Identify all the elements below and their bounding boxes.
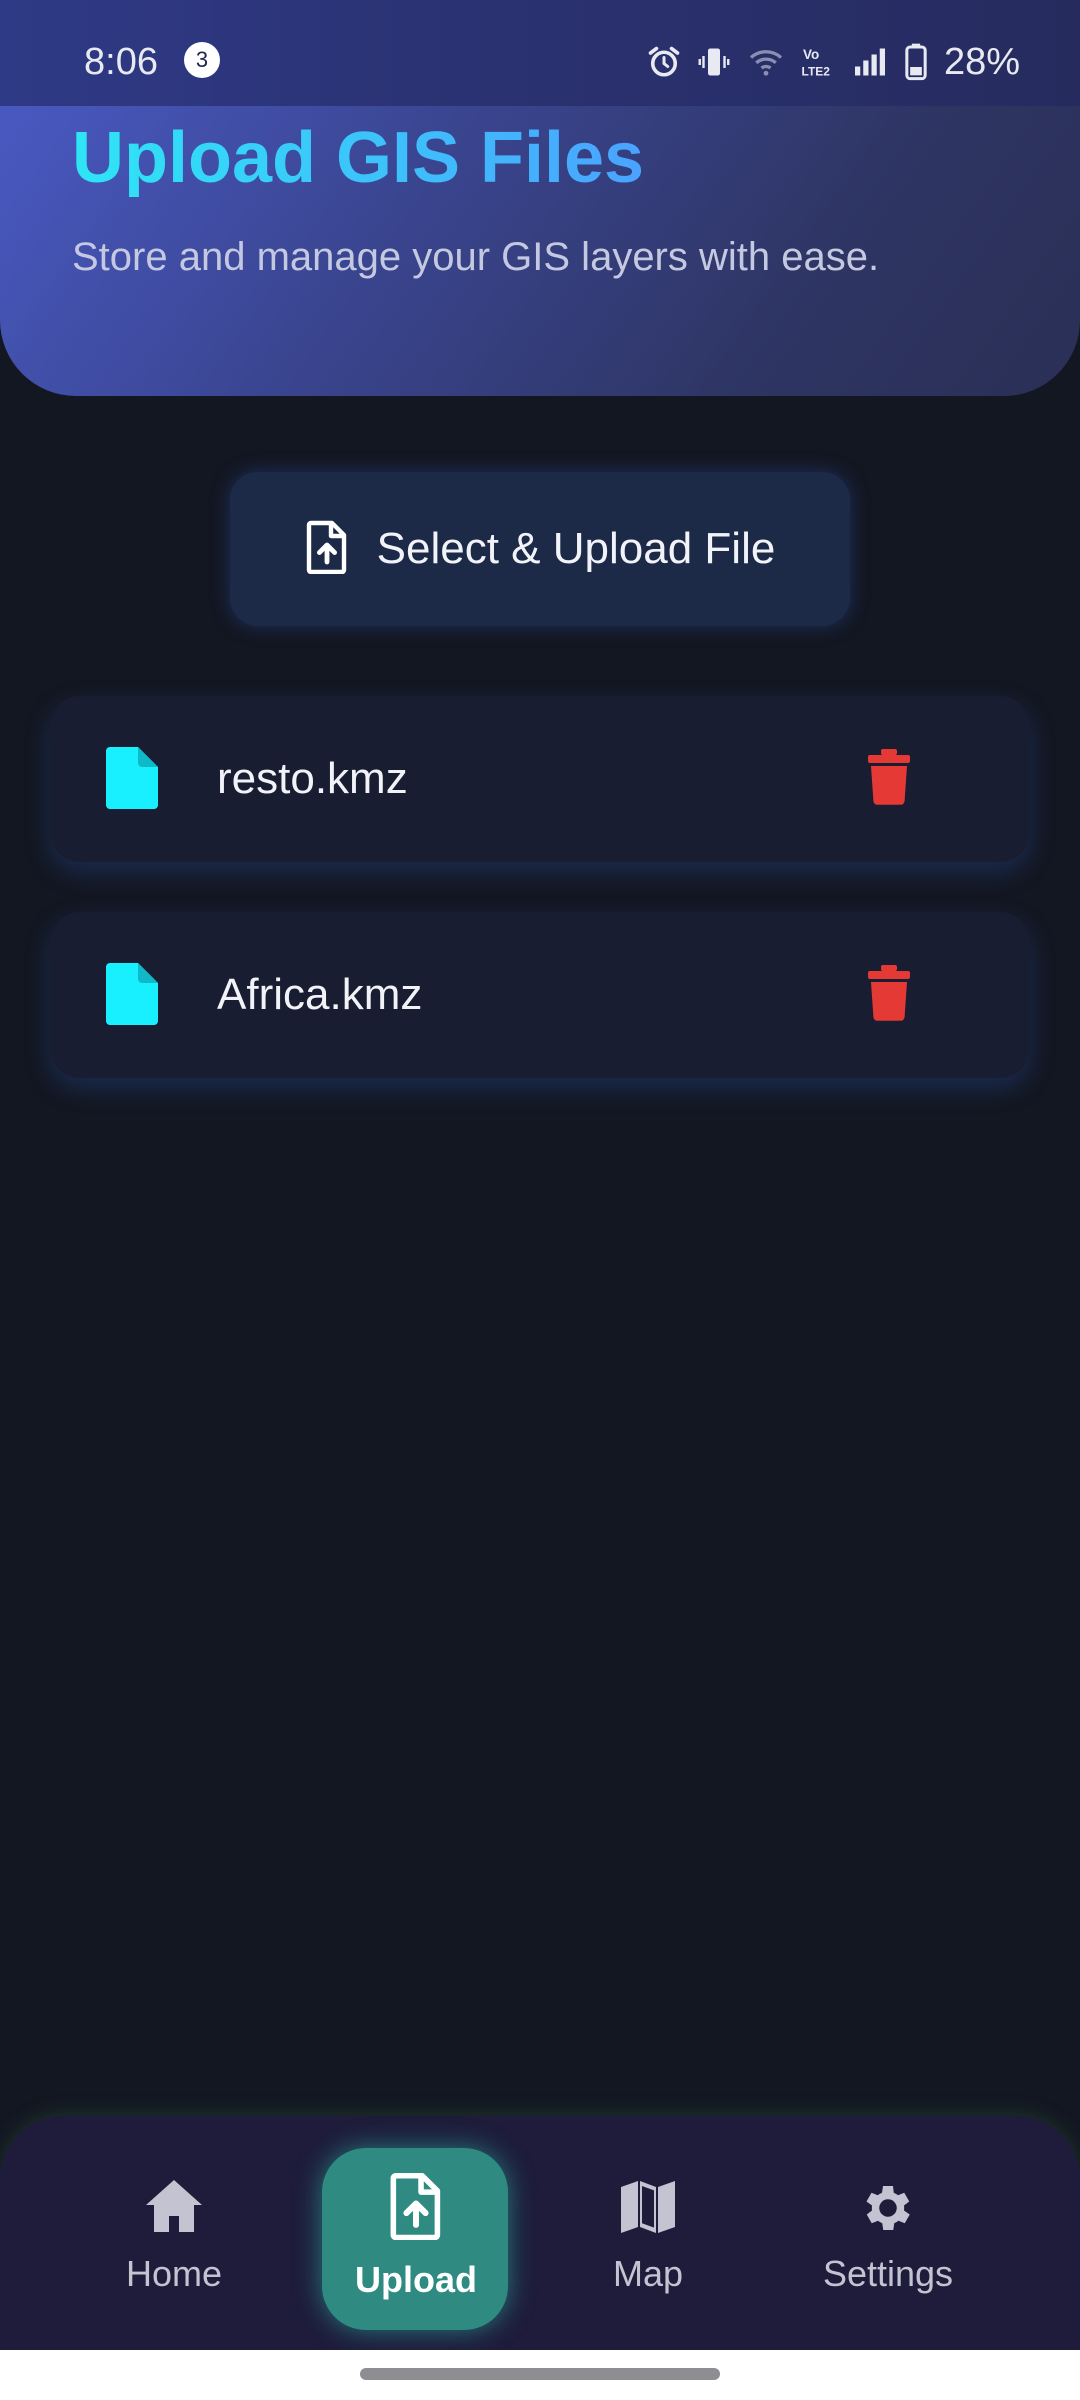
svg-text:Vo: Vo [803, 47, 819, 62]
delete-file-icon[interactable] [868, 965, 910, 1026]
nav-label-upload: Upload [355, 2259, 477, 2300]
wifi-icon [746, 44, 786, 80]
file-name: Africa.kmz [217, 970, 423, 1019]
volte-indicator: Vo LTE2 [800, 44, 836, 80]
nav-label-settings: Settings [822, 2253, 954, 2294]
file-list-item[interactable]: Africa.kmz [50, 912, 1030, 1078]
status-bar: 8:06 3 Vo LTE2 28% [0, 0, 1080, 106]
file-name: resto.kmz [217, 754, 408, 803]
delete-file-icon[interactable] [868, 749, 910, 810]
home-icon [144, 2178, 204, 2239]
file-icon [106, 963, 158, 1030]
notification-count-badge: 3 [184, 42, 220, 78]
status-icons: Vo LTE2 28% [646, 34, 1020, 90]
nav-tab-home[interactable]: Home [74, 2116, 274, 2350]
map-icon [619, 2178, 677, 2241]
signal-icon [850, 44, 890, 80]
page-title: Upload GIS Files [72, 118, 645, 198]
alarm-icon [646, 44, 682, 80]
status-time: 8:06 [84, 41, 158, 83]
file-list-item[interactable]: resto.kmz [50, 696, 1030, 862]
gesture-navigation-area [0, 2350, 1080, 2400]
bottom-navigation: Home Upload Map Settings [0, 2116, 1080, 2350]
nav-tab-upload[interactable]: Upload [316, 2116, 516, 2350]
upload-screen: Upload GIS Files Store and manage your G… [0, 0, 1080, 2400]
nav-tab-map[interactable]: Map [548, 2116, 748, 2350]
svg-text:LTE2: LTE2 [801, 65, 830, 79]
home-gesture-bar[interactable] [360, 2368, 720, 2380]
upload-file-icon [305, 520, 349, 579]
nav-label-home: Home [125, 2253, 223, 2294]
select-upload-file-button[interactable]: Select & Upload File [230, 472, 850, 626]
gear-icon [858, 2178, 918, 2243]
upload-button-label: Select & Upload File [376, 524, 776, 573]
file-icon [106, 747, 158, 814]
nav-tab-settings[interactable]: Settings [788, 2116, 988, 2350]
battery-percentage: 28% [943, 40, 1020, 83]
upload-file-icon [388, 2172, 444, 2245]
battery-icon [904, 42, 928, 82]
page-subtitle: Store and manage your GIS layers with ea… [72, 235, 880, 279]
vibrate-icon [696, 44, 732, 80]
nav-label-map: Map [612, 2253, 684, 2294]
